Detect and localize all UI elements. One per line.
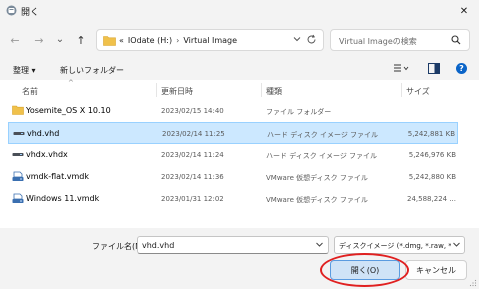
- filename-value: vhd.vhd: [142, 241, 175, 250]
- filetype-select[interactable]: ディスクイメージ (*.dmg, *.raw, *.dd: [334, 236, 465, 254]
- file-name: Yosemite_OS X 10.10: [26, 106, 111, 115]
- file-type: ファイル フォルダー: [266, 108, 332, 116]
- disk-image-icon: [13, 132, 25, 135]
- refresh-icon: [307, 34, 316, 44]
- file-name: vhd.vhd: [27, 129, 60, 138]
- chevron-down-icon: ⌄: [55, 34, 65, 45]
- view-options-button[interactable]: [393, 63, 409, 76]
- column-type[interactable]: 種類: [266, 86, 282, 97]
- window-title: 開く: [21, 8, 40, 18]
- file-name: Windows 11.vmdk: [26, 194, 100, 203]
- address-bar[interactable]: « IOdate (H:) › Virtual Image: [96, 29, 324, 51]
- breadcrumb-drive[interactable]: IOdate (H:): [128, 36, 172, 45]
- forward-arrow-icon: →: [34, 33, 44, 47]
- file-type: ハード ディスク イメージ ファイル: [266, 152, 378, 160]
- search-box[interactable]: Virtual Imageの検索: [330, 29, 470, 51]
- chevron-down-icon: [293, 37, 301, 42]
- address-history-dropdown[interactable]: [293, 35, 301, 45]
- back-arrow-icon: ←: [10, 33, 20, 47]
- column-size[interactable]: サイズ: [406, 86, 430, 97]
- folder-icon: [12, 105, 24, 115]
- command-bar: 整理 ▾ 新しいフォルダー ?: [0, 58, 479, 80]
- column-name[interactable]: 名前: [22, 86, 38, 97]
- open-button[interactable]: 開く(O): [330, 260, 400, 280]
- refresh-button[interactable]: [306, 34, 317, 47]
- close-button[interactable]: ✕: [449, 0, 479, 22]
- list-item-selected[interactable]: vhd.vhd 2023/02/14 11:25 ハード ディスク イメージ フ…: [8, 122, 458, 144]
- forward-button[interactable]: →: [30, 32, 48, 48]
- file-date: 2023/02/14 11:24: [161, 151, 224, 159]
- help-button[interactable]: ?: [456, 63, 467, 74]
- new-folder-button[interactable]: 新しいフォルダー: [60, 65, 124, 76]
- breadcrumb: « IOdate (H:) › Virtual Image: [119, 36, 237, 45]
- organize-menu[interactable]: 整理 ▾: [13, 65, 36, 76]
- preview-pane-icon: [428, 63, 440, 74]
- search-icon: [451, 35, 461, 45]
- recent-locations-button[interactable]: ⌄: [51, 32, 69, 48]
- list-item-folder[interactable]: Yosemite_OS X 10.10 2023/02/15 14:40 ファイ…: [8, 100, 458, 122]
- up-arrow-icon: ↑: [76, 33, 86, 47]
- file-size: 5,246,976 KB: [408, 151, 456, 159]
- title-bar: 開く ✕: [0, 0, 479, 22]
- file-date: 2023/02/14 11:25: [162, 130, 225, 138]
- folder-icon: [103, 36, 116, 46]
- up-button[interactable]: ↑: [72, 32, 90, 48]
- resize-grip-icon[interactable]: [469, 279, 477, 287]
- file-name: vhdx.vhdx: [26, 150, 68, 159]
- list-item[interactable]: vhdx.vhdx 2023/02/14 11:24 ハード ディスク イメージ…: [8, 144, 458, 166]
- file-type: VMware 仮想ディスク ファイル: [266, 196, 368, 204]
- close-icon: ✕: [459, 5, 469, 17]
- dialog-footer: ファイル名(N): vhd.vhd ディスクイメージ (*.dmg, *.raw…: [0, 228, 479, 289]
- navigation-bar: ← → ⌄ ↑ « IOdate (H:) › Virtual Image Vi…: [0, 26, 479, 54]
- file-list: 名前 ^ 更新日時 種類 サイズ Yosemite_OS X 10.10 202…: [0, 79, 479, 228]
- sort-ascending-icon: ^: [68, 79, 74, 87]
- file-date: 2023/02/15 14:40: [161, 107, 224, 115]
- filetype-value: ディスクイメージ (*.dmg, *.raw, *.dd: [339, 242, 451, 250]
- file-size: 5,242,880 KB: [408, 173, 456, 181]
- file-date: 2023/01/31 12:02: [161, 195, 224, 203]
- breadcrumb-overflow[interactable]: «: [119, 36, 124, 45]
- file-name: vmdk-flat.vmdk: [26, 172, 89, 181]
- column-header: 名前 ^ 更新日時 種類 サイズ: [0, 79, 479, 100]
- cancel-button[interactable]: キャンセル: [405, 260, 467, 280]
- app-icon: [6, 5, 17, 16]
- filename-input[interactable]: vhd.vhd: [137, 236, 329, 254]
- column-divider[interactable]: [401, 83, 402, 97]
- column-date[interactable]: 更新日時: [161, 86, 193, 97]
- chevron-down-icon: [452, 240, 461, 249]
- file-type: VMware 仮想ディスク ファイル: [266, 174, 368, 182]
- file-type: ハード ディスク イメージ ファイル: [267, 131, 379, 139]
- vmware-disk-icon: [12, 193, 24, 203]
- file-date: 2023/02/14 11:36: [161, 173, 224, 181]
- file-size: 24,588,224 ...: [407, 195, 456, 203]
- column-divider[interactable]: [261, 83, 262, 97]
- vmware-disk-icon: [12, 171, 24, 181]
- file-size: 5,242,881 KB: [407, 130, 455, 138]
- list-view-icon: [394, 64, 409, 72]
- column-divider[interactable]: [156, 83, 157, 97]
- breadcrumb-current-folder[interactable]: Virtual Image: [183, 36, 237, 45]
- list-item[interactable]: Windows 11.vmdk 2023/01/31 12:02 VMware …: [8, 188, 458, 210]
- back-button[interactable]: ←: [6, 32, 24, 48]
- disk-image-icon: [12, 153, 24, 156]
- breadcrumb-separator: ›: [176, 36, 180, 45]
- preview-pane-button[interactable]: [428, 63, 440, 76]
- chevron-down-icon[interactable]: [315, 240, 324, 249]
- list-item[interactable]: vmdk-flat.vmdk 2023/02/14 11:36 VMware 仮…: [8, 166, 458, 188]
- search-placeholder: Virtual Imageの検索: [339, 37, 417, 46]
